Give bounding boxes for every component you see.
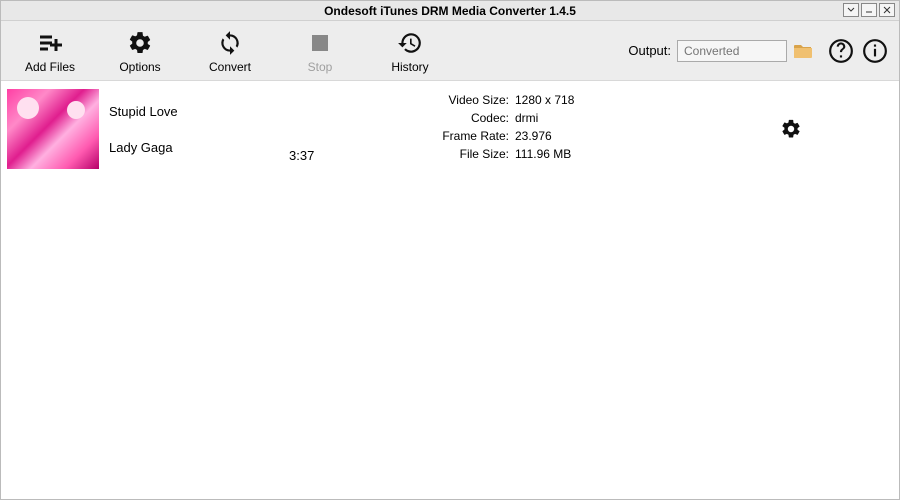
file-list: Stupid Love Lady Gaga 3:37 Video Size: 1…: [1, 81, 899, 496]
add-files-label: Add Files: [25, 60, 75, 74]
stop-icon: [310, 28, 330, 58]
convert-button[interactable]: Convert: [185, 23, 275, 79]
titlebar: Ondesoft iTunes DRM Media Converter 1.4.…: [1, 1, 899, 21]
output-label: Output:: [628, 43, 671, 58]
video-title: Stupid Love: [109, 104, 279, 119]
output-path-input[interactable]: [677, 40, 787, 62]
video-thumbnail: [7, 89, 99, 169]
minimize-window-button[interactable]: [861, 3, 877, 17]
info-button[interactable]: [861, 37, 889, 65]
file-size-label: File Size:: [399, 147, 509, 161]
add-files-button[interactable]: Add Files: [5, 23, 95, 79]
stop-label: Stop: [308, 60, 333, 74]
window-controls: [843, 3, 895, 17]
options-button[interactable]: Options: [95, 23, 185, 79]
convert-label: Convert: [209, 60, 251, 74]
properties-column: Video Size: 1280 x 718 Codec: drmi Frame…: [399, 89, 679, 169]
toolbar: Add Files Options Convert Stop History O…: [1, 21, 899, 81]
options-label: Options: [119, 60, 160, 74]
history-label: History: [391, 60, 428, 74]
video-duration: 3:37: [289, 148, 314, 163]
close-window-button[interactable]: [879, 3, 895, 17]
stop-button: Stop: [275, 23, 365, 79]
history-button[interactable]: History: [365, 23, 455, 79]
help-section: [827, 37, 889, 65]
file-size-value: 111.96 MB: [515, 147, 571, 161]
video-artist: Lady Gaga: [109, 140, 279, 155]
duration-column: 3:37: [289, 89, 389, 169]
output-group: Output:: [628, 40, 813, 62]
codec-value: drmi: [515, 111, 538, 125]
file-item[interactable]: Stupid Love Lady Gaga 3:37 Video Size: 1…: [1, 81, 899, 177]
sync-icon: [217, 28, 243, 58]
item-settings-button[interactable]: [780, 118, 802, 140]
browse-folder-button[interactable]: [793, 42, 813, 60]
window-title: Ondesoft iTunes DRM Media Converter 1.4.…: [324, 4, 576, 18]
video-size-value: 1280 x 718: [515, 93, 574, 107]
codec-label: Codec:: [399, 111, 509, 125]
frame-rate-label: Frame Rate:: [399, 129, 509, 143]
history-icon: [397, 28, 423, 58]
item-actions: [689, 89, 893, 169]
help-button[interactable]: [827, 37, 855, 65]
title-column: Stupid Love Lady Gaga: [109, 89, 279, 169]
dropdown-window-button[interactable]: [843, 3, 859, 17]
gear-icon: [127, 28, 153, 58]
add-files-icon: [36, 28, 64, 58]
frame-rate-value: 23.976: [515, 129, 552, 143]
video-size-label: Video Size:: [399, 93, 509, 107]
